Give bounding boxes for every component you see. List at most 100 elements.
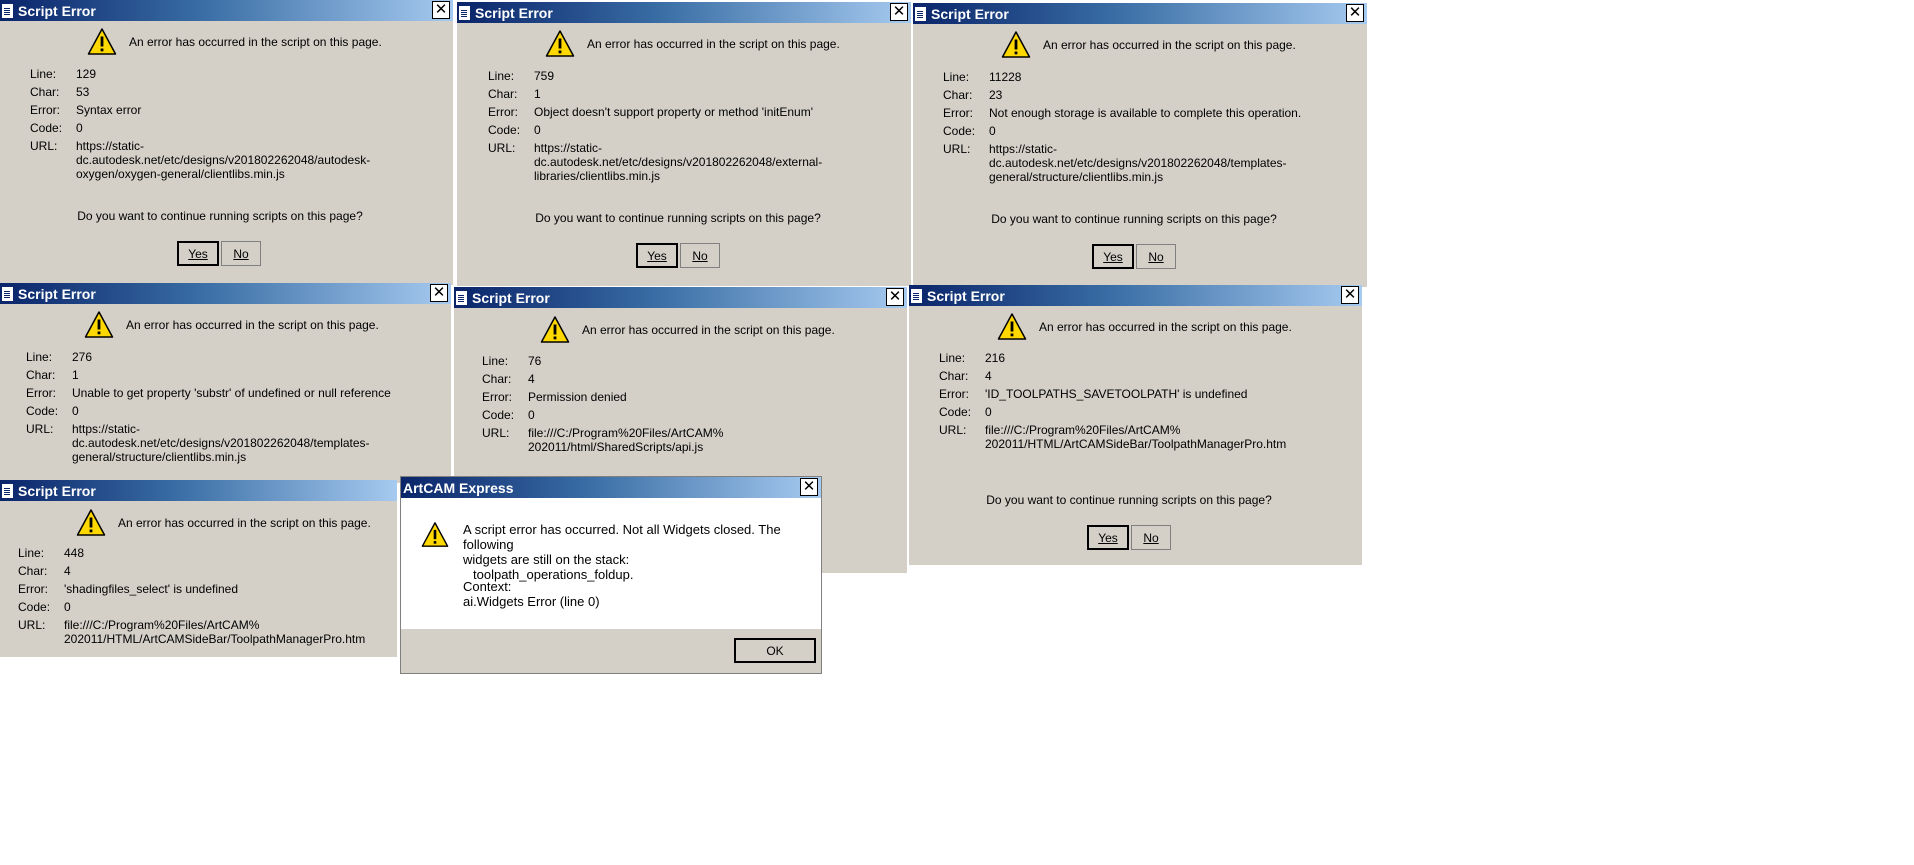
script-error-dialog-2: Script Error ✕ An error has occurred in … (457, 2, 911, 286)
error-message: An error has occurred in the script on t… (129, 35, 382, 49)
url-label: URL: (488, 141, 516, 155)
code-value: 0 (64, 600, 71, 614)
error-label: Error: (18, 582, 48, 596)
continue-question: Do you want to continue running scripts … (991, 212, 1277, 226)
title-bar[interactable]: Script Error ✕ (909, 285, 1362, 306)
code-label: Code: (30, 121, 63, 135)
url-label: URL: (18, 618, 46, 632)
dialog-title: Script Error (931, 5, 1009, 22)
page-icon (911, 288, 922, 303)
error-message: An error has occurred in the script on t… (1039, 320, 1292, 334)
ok-button[interactable]: OK (734, 638, 816, 663)
line-value: 76 (528, 354, 542, 368)
button-row: Yes No (1092, 244, 1176, 269)
warning-row: An error has occurred in the script on t… (76, 508, 371, 538)
warning-row: An error has occurred in the script on t… (545, 29, 840, 59)
error-value: 'shadingfiles_select' is undefined (64, 582, 239, 596)
code-label: Code: (939, 405, 972, 419)
page-icon (2, 3, 13, 18)
char-label: Char: (482, 372, 512, 386)
url-value: file:///C:/Program%20Files/ArtCAM% 20201… (985, 423, 1287, 451)
url-value: https://static- dc.autodesk.net/etc/desi… (76, 139, 371, 181)
artcam-express-dialog: ArtCAM Express ✕ A script error has occu… (400, 476, 822, 674)
script-error-dialog-6: Script Error ✕ An error has occurred in … (909, 285, 1362, 565)
close-icon[interactable]: ✕ (1341, 286, 1359, 304)
line-label: Line: (943, 70, 970, 84)
close-icon[interactable]: ✕ (886, 288, 904, 306)
char-label: Char: (943, 88, 973, 102)
title-bar[interactable]: Script Error ✕ (913, 3, 1367, 24)
line-label: Line: (488, 69, 515, 83)
page-icon (2, 483, 13, 498)
error-label: Error: (482, 390, 512, 404)
script-error-dialog-1: Script Error ✕ An error has occurred in … (0, 0, 453, 285)
error-details: Line: 11228 Char: 23 Error: Not enough stor… (943, 70, 1301, 188)
error-details: Line: 216 Char: 4 Error: 'ID_TOOLPATHS_SAVE… (939, 351, 1286, 455)
url-value: file:///C:/Program%20Files/ArtCAM% 20201… (64, 618, 366, 646)
error-details: Line: 276 Char: 1 Error: Unable to get prop… (26, 350, 391, 468)
title-bar[interactable]: ArtCAM Express ✕ (401, 477, 821, 498)
title-bar[interactable]: Script Error ✕ (454, 287, 907, 308)
error-label: Error: (488, 105, 518, 119)
line-label: Line: (30, 67, 57, 81)
url-label: URL: (482, 426, 510, 440)
line-value: 129 (76, 67, 97, 81)
script-error-dialog-4: Script Error ✕ An error has occurred in … (0, 283, 451, 483)
message-line: A script error has occurred. Not all Wid… (463, 522, 781, 552)
error-details: Line: 76 Char: 4 Error: Permission denied C… (482, 354, 723, 458)
code-label: Code: (488, 123, 521, 137)
script-error-dialog-7: Script Error An error has occurred in th… (0, 480, 397, 657)
code-value: 0 (989, 124, 996, 138)
url-value: https://static- dc.autodesk.net/etc/desi… (534, 141, 823, 183)
close-icon[interactable]: ✕ (890, 3, 908, 21)
char-label: Char: (26, 368, 56, 382)
title-bar[interactable]: Script Error ✕ (0, 0, 453, 21)
continue-question: Do you want to continue running scripts … (535, 211, 821, 225)
warning-row: An error has occurred in the script on t… (87, 27, 382, 57)
no-button[interactable]: No (221, 241, 261, 266)
error-value: Syntax error (76, 103, 142, 117)
warning-row: An error has occurred in the script on t… (540, 315, 835, 345)
title-bar[interactable]: Script Error ✕ (457, 2, 911, 23)
no-button[interactable]: No (680, 243, 720, 268)
code-value: 0 (72, 404, 79, 418)
char-value: 4 (985, 369, 992, 383)
char-label: Char: (30, 85, 60, 99)
close-icon[interactable]: ✕ (430, 284, 448, 302)
yes-button[interactable]: Yes (636, 243, 678, 268)
url-label: URL: (939, 423, 967, 437)
close-icon[interactable]: ✕ (1346, 4, 1364, 22)
continue-question: Do you want to continue running scripts … (986, 493, 1272, 507)
page-icon (459, 5, 470, 20)
yes-button[interactable]: Yes (1092, 244, 1134, 269)
page-icon (915, 6, 926, 21)
page-icon (2, 286, 13, 301)
close-icon[interactable]: ✕ (432, 1, 450, 19)
url-value: https://static- dc.autodesk.net/etc/desi… (72, 422, 370, 464)
error-label: Error: (30, 103, 60, 117)
yes-button[interactable]: Yes (1087, 525, 1129, 550)
code-label: Code: (482, 408, 515, 422)
page-icon (456, 290, 467, 305)
char-label: Char: (18, 564, 48, 578)
title-bar[interactable]: Script Error ✕ (0, 283, 451, 304)
warning-icon (540, 315, 570, 345)
button-row: Yes No (1087, 525, 1171, 550)
url-label: URL: (26, 422, 54, 436)
error-message: An error has occurred in the script on t… (118, 516, 371, 530)
no-button[interactable]: No (1136, 244, 1176, 269)
dialog-footer: OK (401, 629, 821, 673)
close-icon[interactable]: ✕ (800, 478, 818, 496)
char-value: 4 (528, 372, 535, 386)
code-label: Code: (943, 124, 976, 138)
button-row: Yes No (636, 243, 720, 268)
warning-row: An error has occurred in the script on t… (1001, 30, 1296, 60)
title-bar[interactable]: Script Error (0, 480, 397, 501)
warning-icon (87, 27, 117, 57)
dialog-title: ArtCAM Express (403, 479, 514, 496)
code-label: Code: (26, 404, 59, 418)
yes-button[interactable]: Yes (177, 241, 219, 266)
no-button[interactable]: No (1131, 525, 1171, 550)
continue-question: Do you want to continue running scripts … (77, 209, 363, 223)
error-value: Object doesn't support property or metho… (534, 105, 814, 119)
